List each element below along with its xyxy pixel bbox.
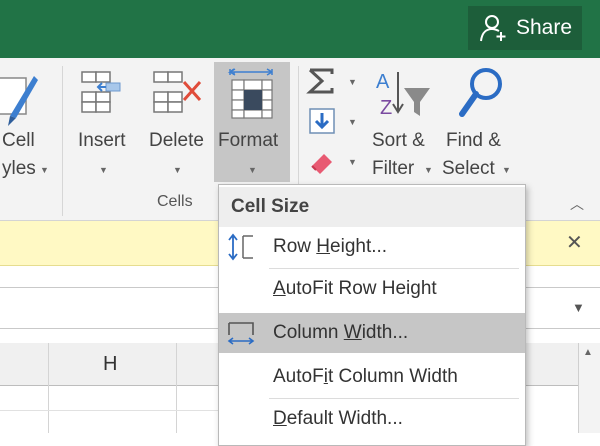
find-select-label-2: Select — [442, 158, 495, 179]
menu-item-row-height[interactable]: Row Height... — [219, 227, 525, 267]
find-select-label-1: Find & — [446, 130, 501, 151]
menu-item-default-width[interactable]: Default Width... — [219, 399, 525, 439]
delete-caret: ▼ — [173, 165, 182, 175]
delete-label: Delete — [149, 130, 204, 151]
clear-caret: ▼ — [348, 157, 357, 167]
find-select-caret: ▼ — [502, 165, 511, 175]
menu-item-autofit-row-height[interactable]: AutoFit Row Height — [219, 269, 525, 309]
sigma-icon — [306, 68, 334, 94]
cell-styles-caret: ▼ — [40, 165, 49, 175]
column-width-icon — [227, 322, 255, 345]
grid-line — [48, 343, 49, 433]
cell-styles-label-2: yles — [2, 158, 36, 179]
delete-button[interactable]: Delete ▼ — [144, 62, 210, 184]
format-button[interactable]: Format ▼ — [214, 62, 290, 182]
add-person-icon — [480, 15, 506, 42]
sort-filter-button[interactable]: A Z Sort & Filter ▼ — [368, 62, 440, 184]
sort-filter-label-2: Filter — [372, 158, 415, 179]
insert-caret: ▼ — [99, 165, 108, 175]
cell-styles-button[interactable]: Cell yles ▼ — [0, 62, 50, 184]
cell-size-header: Cell Size — [219, 187, 525, 227]
clear-button[interactable]: ▼ — [306, 146, 362, 178]
share-button[interactable]: Share — [468, 6, 582, 50]
fill-button[interactable]: ▼ — [306, 106, 362, 138]
grid-line — [0, 410, 218, 411]
find-select-button[interactable]: Find & Select ▼ — [442, 62, 518, 184]
collapse-ribbon-icon[interactable]: ︿ — [570, 194, 584, 214]
delete-cells-icon — [153, 71, 202, 113]
fill-caret: ▼ — [348, 117, 357, 127]
cell-styles-icon — [0, 76, 38, 126]
cells-group-label: Cells — [157, 193, 193, 210]
svg-text:A: A — [376, 71, 390, 93]
row-height-icon — [228, 233, 253, 261]
scroll-up-icon[interactable]: ▲ — [583, 347, 593, 358]
insert-label: Insert — [78, 130, 126, 151]
fill-down-icon — [309, 108, 335, 134]
insert-cells-icon — [81, 71, 121, 113]
cell-styles-label-1: Cell — [2, 130, 35, 151]
grid-line — [176, 343, 177, 433]
sort-filter-caret: ▼ — [424, 165, 433, 175]
magnifier-icon — [459, 68, 502, 117]
format-cells-icon — [227, 68, 273, 119]
menu-item-autofit-column-width[interactable]: AutoFit Column Width — [219, 357, 525, 397]
chevron-down-icon[interactable]: ▼ — [572, 300, 585, 315]
format-label: Format — [218, 130, 279, 151]
share-label: Share — [516, 16, 573, 39]
close-icon[interactable]: ✕ — [566, 230, 583, 255]
autosum-button[interactable]: ▼ — [306, 66, 362, 98]
ribbon-separator — [62, 66, 63, 216]
format-caret: ▼ — [248, 165, 257, 175]
column-header-h[interactable]: H — [103, 353, 117, 376]
format-dropdown-menu: Cell Size Row Height... AutoFit Row Heig… — [218, 184, 526, 446]
insert-button[interactable]: Insert ▼ — [70, 62, 136, 184]
eraser-icon — [311, 154, 332, 174]
autosum-caret: ▼ — [348, 77, 357, 87]
vertical-scrollbar[interactable]: ▲ — [578, 343, 600, 433]
sort-filter-label-1: Sort & — [372, 130, 425, 151]
sort-filter-icon: A Z — [376, 71, 430, 119]
svg-text:Z: Z — [380, 97, 392, 119]
menu-item-column-width[interactable]: Column Width... — [219, 313, 525, 353]
